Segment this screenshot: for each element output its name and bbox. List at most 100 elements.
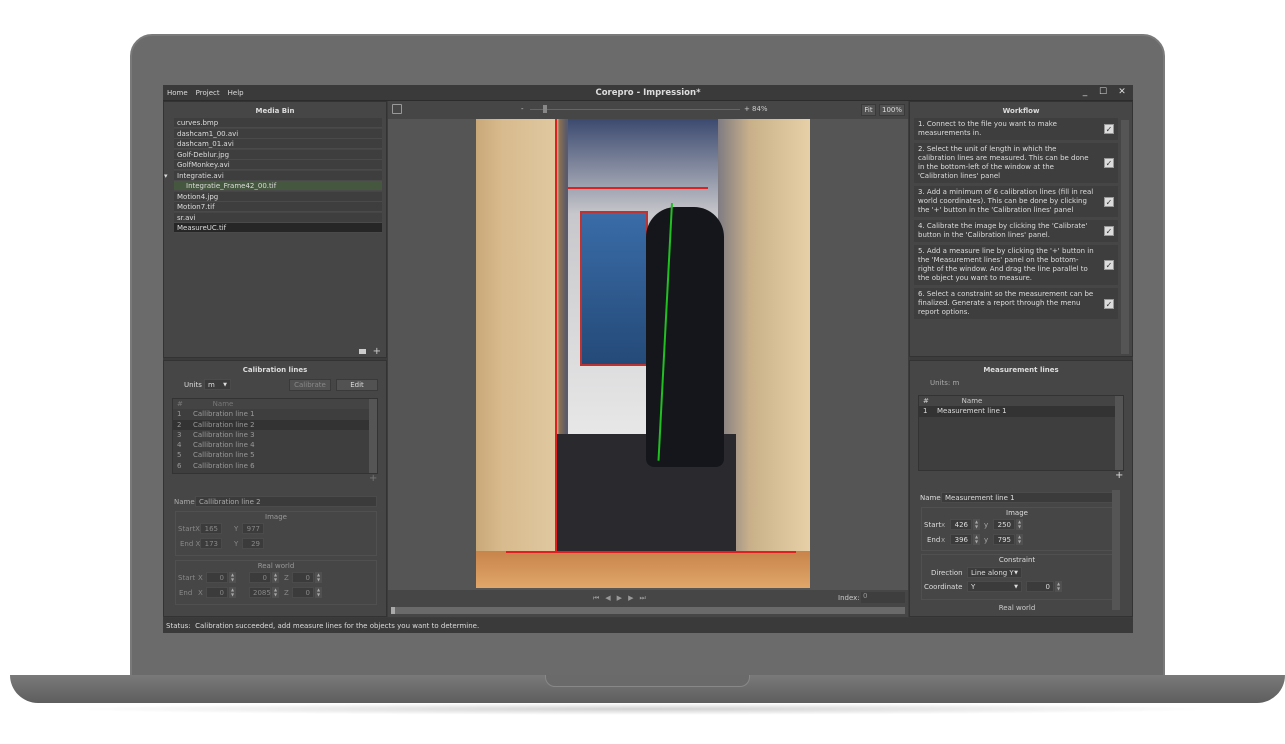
rw_start-z-input[interactable]: 0: [292, 572, 314, 583]
end-y-input[interactable]: 795: [993, 534, 1015, 545]
media-item[interactable]: GolfMonkey.avi: [174, 160, 382, 170]
fit-button[interactable]: Fit: [861, 104, 876, 116]
checkbox[interactable]: ✓: [1104, 196, 1114, 207]
measurement-name-input[interactable]: Measurement line 1: [941, 492, 1113, 503]
media-item[interactable]: ▾ Integratie.avi: [164, 170, 382, 181]
table-row[interactable]: 2 Callibration line 2: [173, 419, 369, 430]
close-button[interactable]: ✕: [1115, 87, 1129, 97]
media-item[interactable]: Integratie_Frame42_00.tif: [174, 181, 382, 191]
add-calibration-button[interactable]: +: [369, 473, 377, 484]
end-x-input[interactable]: 396: [950, 534, 972, 545]
coordinate-number-input[interactable]: 0: [1026, 581, 1054, 592]
media-item[interactable]: dashcam_01.avi: [174, 139, 382, 149]
table-row[interactable]: 5 Callibration line 5: [173, 450, 369, 460]
end-y-input[interactable]: 29: [242, 538, 264, 549]
minimize-button[interactable]: _: [1078, 87, 1092, 97]
zoom-out-button[interactable]: -: [521, 105, 524, 113]
table-row[interactable]: 1 Measurement line 1: [919, 406, 1115, 417]
details-scrollbar[interactable]: [1112, 490, 1120, 610]
playback-controls[interactable]: ⏮◀▶▶⏭: [593, 594, 652, 603]
direction-select[interactable]: Line along Y ▼: [967, 567, 1022, 578]
maximize-button[interactable]: ☐: [1096, 87, 1110, 97]
start-y-input[interactable]: 250: [993, 519, 1015, 530]
workflow-scrollbar[interactable]: [1121, 120, 1129, 354]
canvas-scrollbar[interactable]: [898, 119, 906, 588]
calibration-line[interactable]: [555, 119, 557, 551]
end-x-input[interactable]: 173: [200, 538, 222, 549]
media-item[interactable]: dashcam1_00.avi: [174, 128, 382, 139]
zoom-slider[interactable]: [530, 109, 740, 110]
rw_start-x-input[interactable]: 0: [206, 572, 228, 583]
rw_end-x-input[interactable]: 0: [206, 587, 228, 598]
folder-icon[interactable]: [359, 349, 366, 354]
zoom-in-button[interactable]: +: [744, 105, 750, 113]
media-item[interactable]: Motion4.jpg: [174, 191, 382, 202]
media-item[interactable]: sr.avi: [174, 212, 382, 223]
spinner[interactable]: ▲ ▼: [229, 572, 236, 583]
table-row[interactable]: 3 Callibration line 3: [173, 430, 369, 440]
media-item[interactable]: Motion7.tif: [174, 202, 382, 212]
media-item[interactable]: curves.bmp: [174, 118, 382, 128]
calibration-name-input[interactable]: Callibration line 2: [195, 496, 377, 507]
expand-arrow-icon[interactable]: ▾: [164, 171, 168, 181]
spinner[interactable]: ▲ ▼: [272, 587, 279, 598]
image-group: Image StartX 165 Y 977 End X 173 Y 29: [175, 511, 377, 556]
timeline-slider[interactable]: [391, 607, 905, 614]
media-item[interactable]: MeasureUC.tif: [174, 223, 382, 233]
playback-bar: ⏮◀▶▶⏭ Index: 0: [388, 590, 908, 617]
table-row[interactable]: 6 Callibration line 6: [173, 461, 369, 471]
index-input[interactable]: 0: [861, 592, 905, 603]
end-x-spinner[interactable]: ▲ ▼: [973, 534, 980, 545]
end-x-label: x: [941, 536, 946, 544]
add-measurement-button[interactable]: +: [1115, 470, 1123, 481]
workflow-title: Workflow: [1002, 107, 1040, 115]
actual-size-button[interactable]: 100%: [879, 104, 905, 116]
rw-start-label: Start: [178, 574, 196, 582]
row-number: 6: [177, 461, 182, 470]
save-icon[interactable]: [392, 104, 402, 114]
rw_end-y-input[interactable]: 2085: [249, 587, 271, 598]
calibration-scrollbar[interactable]: [369, 399, 377, 473]
start-x-input[interactable]: 165: [200, 523, 222, 534]
image-canvas[interactable]: [388, 119, 908, 590]
table-row[interactable]: 1 Callibration line 1: [173, 409, 369, 419]
start-y-input[interactable]: 977: [242, 523, 264, 534]
measurement-scrollbar[interactable]: [1115, 396, 1123, 470]
checkbox[interactable]: ✓: [1104, 226, 1114, 236]
checkbox[interactable]: ✓: [1104, 124, 1114, 134]
coordinate-select[interactable]: Y ▼: [967, 581, 1022, 592]
end-y-spinner[interactable]: ▲ ▼: [1016, 534, 1023, 545]
spinner[interactable]: ▲ ▼: [272, 572, 279, 583]
column-number: #: [177, 400, 183, 408]
checkbox[interactable]: ✓: [1104, 158, 1114, 168]
status-label: Status:: [166, 622, 191, 630]
real-world-group: Real world Start End X 0 ▲ ▼ 0 ▲ ▼ Z 0 ▲ ▼ X 0 ▲ ▼ 2085…: [175, 560, 377, 605]
units-select[interactable]: m ▼: [204, 379, 231, 390]
start-y-spinner[interactable]: ▲ ▼: [1016, 519, 1023, 530]
spinner[interactable]: ▲ ▼: [315, 587, 322, 598]
checkbox[interactable]: ✓: [1104, 260, 1114, 270]
photo: [476, 119, 810, 588]
checkbox[interactable]: ✓: [1104, 298, 1114, 309]
media-item[interactable]: Golf-Deblur.jpg: [174, 149, 382, 160]
row-name: Callibration line 2: [193, 420, 255, 429]
calibrate-button[interactable]: Calibrate: [289, 379, 331, 391]
spinner[interactable]: ▲ ▼: [315, 572, 322, 583]
calibration-line[interactable]: [506, 551, 796, 553]
start-x-input[interactable]: 426: [950, 519, 972, 530]
rw_end-z-input[interactable]: 0: [292, 587, 314, 598]
table-row[interactable]: 4 Callibration line 4: [173, 440, 369, 450]
calibration-line[interactable]: [568, 187, 708, 189]
coordinate-spinner[interactable]: ▲ ▼: [1055, 581, 1062, 592]
media-item-label: Golf-Deblur.jpg: [177, 150, 230, 159]
zoom-slider-handle[interactable]: [542, 105, 547, 113]
spinner[interactable]: ▲ ▼: [229, 587, 236, 598]
workflow-step-text: 3. Add a minimum of 6 calibration lines …: [918, 188, 1094, 214]
edit-button[interactable]: Edit: [336, 379, 378, 391]
start-x-spinner[interactable]: ▲ ▼: [973, 519, 980, 530]
direction-label: Direction: [931, 569, 963, 577]
rw_start-y-input[interactable]: 0: [249, 572, 271, 583]
add-media-icon[interactable]: +: [373, 346, 381, 357]
z-label: Z: [284, 574, 289, 582]
timeline-handle[interactable]: [391, 607, 395, 614]
